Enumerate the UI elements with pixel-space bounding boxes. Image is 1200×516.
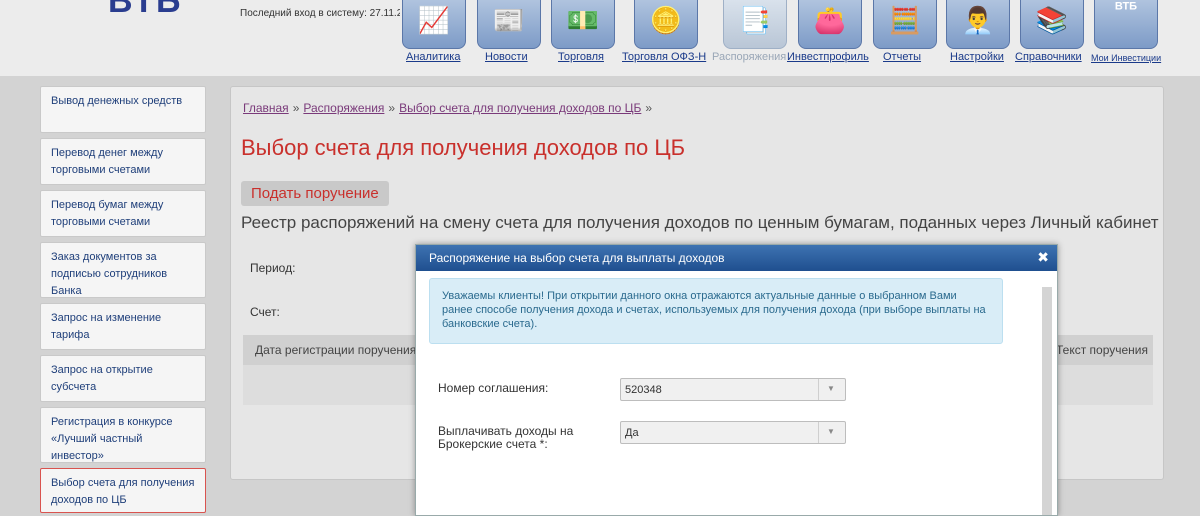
agreement-number-select[interactable]: 520348 ▼ [620, 378, 846, 401]
sidebar-item-transfer-money[interactable]: Перевод денег между торговыми счетами [40, 138, 206, 185]
nav-my-investments-label[interactable]: Мои Инвестиции [1091, 53, 1161, 63]
breadcrumb-orders[interactable]: Распоряжения [303, 101, 384, 115]
breadcrumb-separator: » [645, 101, 653, 115]
sidebar-item-transfer-securities[interactable]: Перевод бумаг между торговыми счетами [40, 190, 206, 237]
sidebar-item-change-tariff[interactable]: Запрос на изменение тарифа [40, 303, 206, 350]
vtb-investments-icon: ВТБ [1114, 0, 1138, 13]
books-icon: 📚 [1035, 4, 1069, 35]
nav-trading-ofz-label[interactable]: Торговля ОФЗ-Н [622, 51, 706, 63]
nav-reports-tile[interactable]: 🧮 [873, 0, 937, 49]
documents-icon: 📑 [738, 4, 772, 35]
nav-directories-tile[interactable]: 📚 [1020, 0, 1084, 49]
page-title: Выбор счета для получения доходов по ЦБ [241, 135, 686, 160]
nav-settings-tile[interactable]: 👨‍💼 [946, 0, 1010, 49]
money-icon: 💵 [566, 4, 600, 35]
dialog-header: Распоряжение на выбор счета для выплаты … [416, 245, 1057, 271]
nav-reports-label[interactable]: Отчеты [883, 51, 921, 63]
account-label: Счет: [250, 305, 280, 319]
nav-investprofile-label[interactable]: Инвестпрофиль [787, 51, 869, 63]
nav-investprofile-tile[interactable]: 👛 [798, 0, 862, 49]
col-order-text[interactable]: Текст поручения [1056, 343, 1148, 357]
breadcrumb-separator: » [388, 101, 396, 115]
sidebar-item-order-documents[interactable]: Заказ документов за подписью сотрудников… [40, 242, 206, 298]
nav-directories-label[interactable]: Справочники [1015, 51, 1082, 63]
dropdown-toggle[interactable]: ▼ [818, 422, 845, 443]
submit-order-button[interactable]: Подать поручение [241, 181, 389, 206]
nav-analytics-label[interactable]: Аналитика [406, 51, 460, 63]
pay-to-brokerage-select[interactable]: Да ▼ [620, 421, 846, 444]
chart-icon: 📈 [417, 4, 451, 35]
nav-my-investments-tile[interactable]: ВТБ [1094, 0, 1158, 49]
support-agent-icon: 👨‍💼 [961, 4, 995, 35]
sidebar-item-income-account[interactable]: Выбор счета для получения доходов по ЦБ [40, 468, 206, 513]
app-header: ВТБ Последний вход в систему: 27.11.2 📈 … [0, 0, 1200, 76]
dropdown-toggle[interactable]: ▼ [818, 379, 845, 400]
breadcrumb-separator: » [292, 101, 300, 115]
pay-to-brokerage-value: Да [625, 427, 639, 439]
nav-orders-label[interactable]: Распоряжения [712, 51, 786, 63]
sidebar-item-withdraw-funds[interactable]: Вывод денежных средств [40, 86, 206, 133]
vtb-logo[interactable]: ВТБ [108, 0, 182, 21]
sidebar-item-open-subaccount[interactable]: Запрос на открытие субсчета [40, 355, 206, 402]
nav-news-tile[interactable]: 📰 [477, 0, 541, 49]
dialog-scrollbar[interactable] [1042, 287, 1052, 515]
pay-to-brokerage-label: Выплачивать доходы на Брокерские счета *… [438, 424, 574, 451]
coins-globe-icon: 🪙 [649, 4, 683, 35]
period-label: Период: [250, 261, 296, 275]
nav-news-label[interactable]: Новости [485, 51, 528, 63]
wallet-icon: 👛 [813, 4, 847, 35]
nav-trading-label[interactable]: Торговля [558, 51, 604, 63]
dialog-title: Распоряжение на выбор счета для выплаты … [429, 251, 725, 265]
last-login-text: Последний вход в систему: 27.11.2 [240, 8, 400, 19]
breadcrumb-current[interactable]: Выбор счета для получения доходов по ЦБ [399, 101, 641, 115]
nav-orders-tile[interactable]: 📑 [723, 0, 787, 49]
newspaper-icon: 📰 [492, 4, 526, 35]
income-account-dialog: Распоряжение на выбор счета для выплаты … [415, 244, 1058, 516]
agreement-number-value: 520348 [625, 384, 662, 396]
registry-title: Реестр распоряжений на смену счета для п… [241, 213, 1159, 232]
calculator-icon: 🧮 [888, 4, 922, 35]
chevron-down-icon: ▼ [827, 427, 835, 436]
nav-trading-ofz-tile[interactable]: 🪙 [634, 0, 698, 49]
col-registration-date[interactable]: Дата регистрации поручения [255, 343, 416, 357]
close-icon[interactable]: ✖ [1037, 249, 1049, 266]
breadcrumb-home[interactable]: Главная [243, 101, 289, 115]
breadcrumb: Главная» Распоряжения» Выбор счета для пол… [243, 101, 656, 115]
info-notice: Уважаемы клиенты! При открытии данного о… [429, 278, 1003, 344]
nav-trading-tile[interactable]: 💵 [551, 0, 615, 49]
sidebar-item-contest-registration[interactable]: Регистрация в конкурсе «Лучший частный и… [40, 407, 206, 463]
nav-analytics-tile[interactable]: 📈 [402, 0, 466, 49]
chevron-down-icon: ▼ [827, 384, 835, 393]
agreement-number-label: Номер соглашения: [438, 381, 549, 395]
nav-settings-label[interactable]: Настройки [950, 51, 1004, 63]
